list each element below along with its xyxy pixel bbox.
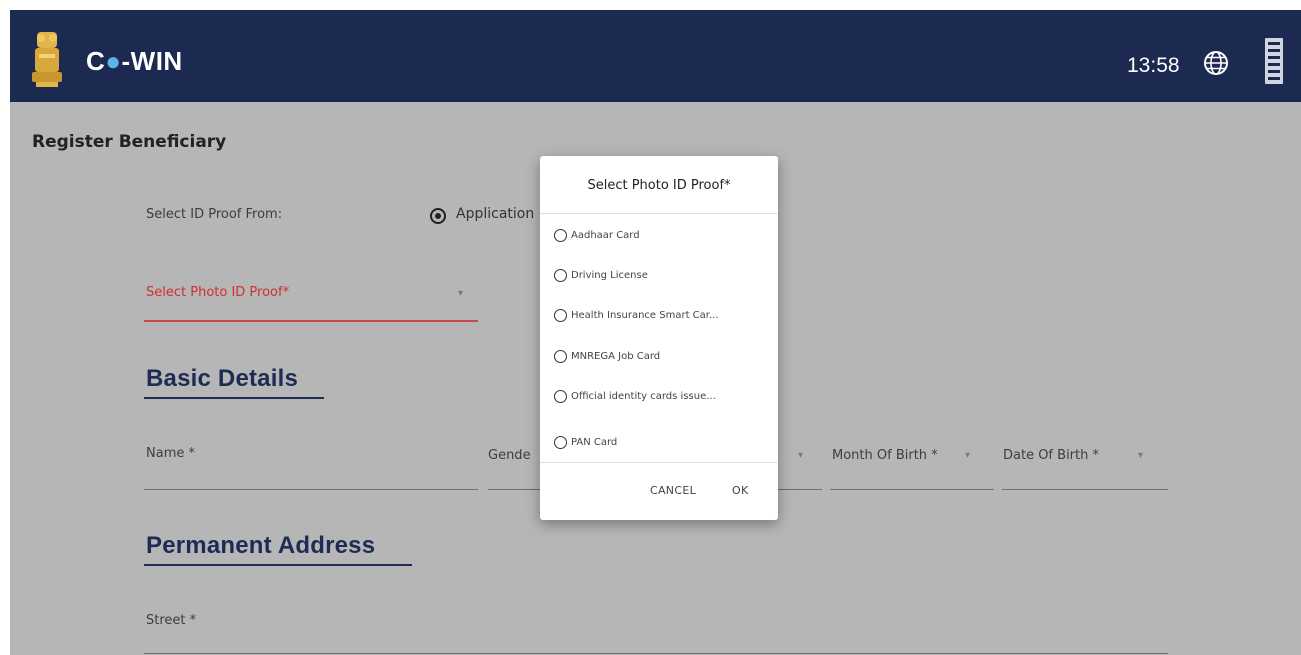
id-proof-from-label: Select ID Proof From: [146, 207, 283, 222]
basic-details-heading: Basic Details [146, 365, 299, 392]
option-mnrega-job-card[interactable]: MNREGA Job Card [554, 347, 660, 365]
option-official-identity-cards[interactable]: Official identity cards issue... [554, 387, 716, 405]
app-window: C●-WIN 13:58 Register Beneficiary Select… [10, 10, 1301, 655]
dialog-bottom-divider [540, 462, 778, 463]
cancel-button[interactable]: CANCEL [650, 484, 696, 497]
name-field-underline [144, 489, 478, 490]
option-label: Health Insurance Smart Car... [571, 309, 719, 321]
photo-id-select-label[interactable]: Select Photo ID Proof* [146, 285, 289, 300]
undp-logo-icon [1265, 38, 1283, 84]
option-health-insurance-smart-card[interactable]: Health Insurance Smart Car... [554, 306, 719, 324]
permanent-address-heading: Permanent Address [146, 532, 376, 559]
app-logo-text: C●-WIN [86, 46, 183, 76]
photo-id-select-underline [144, 320, 478, 322]
top-app-bar: C●-WIN 13:58 [10, 10, 1301, 102]
dialog-title: Select Photo ID Proof* [587, 178, 731, 193]
street-field-label[interactable]: Street * [146, 613, 196, 628]
chevron-down-icon[interactable]: ▾ [458, 288, 463, 299]
date-chevron-down-icon[interactable]: ▾ [1138, 450, 1143, 461]
photo-id-dialog: Select Photo ID Proof* Aadhaar Card Driv… [540, 156, 778, 520]
option-label: Official identity cards issue... [571, 390, 716, 402]
month-of-birth-label[interactable]: Month Of Birth * [832, 448, 938, 463]
option-label: PAN Card [571, 436, 618, 448]
month-of-birth-underline [830, 489, 994, 490]
radio-unchecked-icon[interactable] [554, 268, 567, 282]
page-title: Register Beneficiary [32, 132, 227, 152]
dialog-top-divider [540, 213, 778, 214]
street-field-underline [144, 653, 1168, 654]
option-label: Aadhaar Card [571, 229, 640, 241]
option-label: Driving License [571, 269, 648, 281]
clock-time: 13:58 [1127, 54, 1180, 77]
radio-unchecked-icon[interactable] [554, 389, 567, 403]
radio-unchecked-icon[interactable] [554, 228, 567, 242]
month-chevron-down-icon[interactable]: ▾ [965, 450, 970, 461]
date-of-birth-label[interactable]: Date Of Birth * [1003, 448, 1099, 463]
name-field-label[interactable]: Name * [146, 446, 195, 461]
gender-field-label[interactable]: Gende [488, 448, 531, 463]
option-label: MNREGA Job Card [571, 350, 661, 362]
radio-unchecked-icon[interactable] [554, 435, 567, 449]
gender-chevron-down-icon[interactable]: ▾ [798, 450, 803, 461]
emblem-icon [32, 32, 62, 87]
option-pan-card[interactable]: PAN Card [554, 433, 617, 451]
radio-unchecked-icon[interactable] [554, 308, 567, 322]
basic-details-underline [144, 397, 324, 399]
permanent-address-underline [144, 564, 412, 566]
option-driving-license[interactable]: Driving License [554, 266, 648, 284]
ok-button[interactable]: OK [732, 484, 748, 497]
date-of-birth-underline [1002, 489, 1168, 490]
radio-unchecked-icon[interactable] [554, 349, 567, 363]
application-radio-label[interactable]: Application [456, 206, 534, 222]
application-radio[interactable] [430, 208, 446, 224]
globe-icon[interactable] [1203, 50, 1229, 76]
option-aadhaar-card[interactable]: Aadhaar Card [554, 226, 640, 244]
logo-dot: ● [105, 46, 122, 76]
